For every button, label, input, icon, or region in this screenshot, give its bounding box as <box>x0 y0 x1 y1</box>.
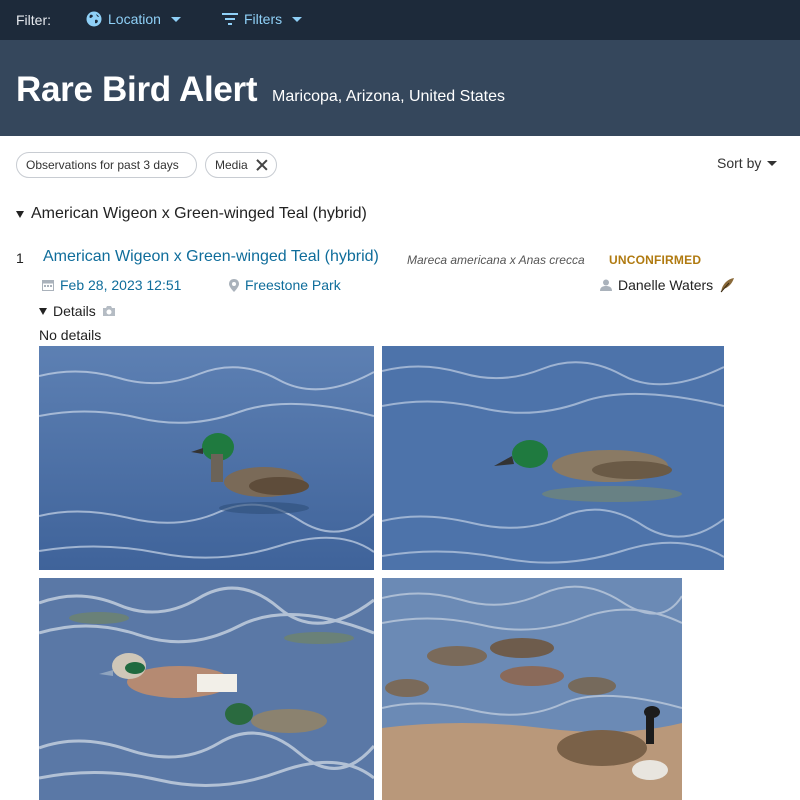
observation-photo-1[interactable] <box>39 346 374 570</box>
observation-date-link[interactable]: Feb 28, 2023 12:51 <box>42 277 181 293</box>
species-group-title: American Wigeon x Green-winged Teal (hyb… <box>31 205 367 222</box>
chevron-down-icon <box>292 16 303 22</box>
duck-photo-image <box>382 578 682 800</box>
triangle-down-icon <box>16 210 24 218</box>
filters-label: Filters <box>244 11 283 27</box>
details-text: No details <box>39 327 102 343</box>
page-title: Rare Bird Alert <box>16 70 258 109</box>
observation-species-link[interactable]: American Wigeon x Green-winged Teal (hyb… <box>43 248 379 266</box>
region-subtitle: Maricopa, Arizona, United States <box>272 88 506 105</box>
chevron-down-icon <box>170 16 181 22</box>
observation-photo-3[interactable] <box>39 578 374 800</box>
duck-photo-image <box>39 578 374 800</box>
observer: Danelle Waters <box>600 277 735 293</box>
observation-index: 1 <box>16 250 24 266</box>
map-pin-icon <box>229 278 239 292</box>
duck-photo-image <box>39 346 374 570</box>
calendar-icon <box>42 280 54 291</box>
details-label: Details <box>53 303 96 319</box>
sort-by-dropdown[interactable]: Sort by <box>717 155 778 171</box>
filters-dropdown[interactable]: Filters <box>222 11 303 27</box>
observation-photo-2[interactable] <box>382 346 724 570</box>
observations-period-label: Observations for past 3 days <box>26 158 179 172</box>
location-dropdown[interactable]: Location <box>86 11 181 27</box>
observation-location: Freestone Park <box>245 277 341 293</box>
media-chip-label: Media <box>215 158 248 172</box>
scientific-name: Mareca americana x Anas crecca <box>407 253 585 267</box>
camera-icon <box>102 306 115 316</box>
duck-photo-image <box>382 346 724 570</box>
filter-icon <box>222 13 238 25</box>
close-icon[interactable] <box>256 159 267 171</box>
media-chip[interactable]: Media <box>205 152 277 178</box>
location-label: Location <box>108 11 161 27</box>
page-header: Rare Bird Alert Maricopa, Arizona, Unite… <box>0 40 800 136</box>
sort-by-label: Sort by <box>717 155 762 171</box>
feather-icon <box>720 278 735 293</box>
observation-photo-4[interactable] <box>382 578 682 800</box>
chevron-down-icon <box>767 160 778 166</box>
filter-label: Filter: <box>16 12 51 28</box>
observation-date: Feb 28, 2023 12:51 <box>60 277 182 293</box>
person-icon <box>600 279 612 291</box>
globe-icon <box>86 11 102 27</box>
status-badge: UNCONFIRMED <box>609 253 702 267</box>
filter-bar: Filter: Location Filters <box>0 0 800 40</box>
observation-location-link[interactable]: Freestone Park <box>229 277 341 293</box>
species-group-toggle[interactable]: American Wigeon x Green-winged Teal (hyb… <box>16 205 367 223</box>
observations-period-chip[interactable]: Observations for past 3 days <box>16 152 197 178</box>
details-toggle[interactable]: Details <box>39 303 116 319</box>
triangle-down-icon <box>39 307 47 315</box>
observer-name: Danelle Waters <box>618 277 714 293</box>
